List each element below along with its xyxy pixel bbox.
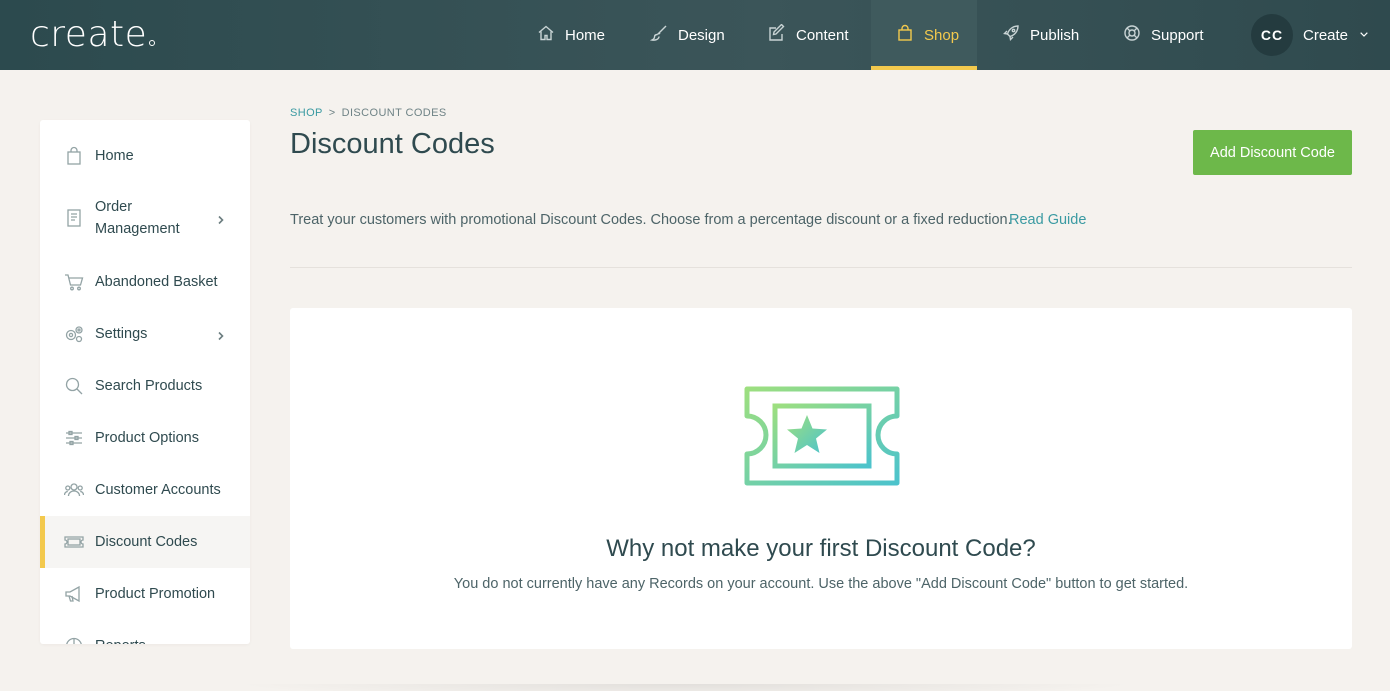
- nav-publish-label: Publish: [1030, 26, 1080, 44]
- sidebar-item-label: Product Promotion: [95, 586, 216, 602]
- account-menu[interactable]: CC Create: [1251, 0, 1370, 70]
- nav-home[interactable]: Home: [537, 0, 605, 70]
- nav-support-label: Support: [1151, 26, 1204, 44]
- empty-state-title: Why not make your first Discount Code?: [606, 535, 1036, 562]
- sidebar-item-home[interactable]: Home: [40, 130, 250, 182]
- breadcrumb: SHOP > DISCOUNT CODES: [290, 107, 447, 119]
- logo-dot: [149, 40, 156, 46]
- sidebar-item-label: Order Management: [95, 199, 180, 237]
- sidebar-item-label: Home: [95, 148, 134, 164]
- shopping-bag-icon: [64, 146, 84, 166]
- sidebar-item-product-promotion[interactable]: Product Promotion: [40, 568, 250, 620]
- shop-sidebar: Home Order Management Abandoned Basket S…: [40, 120, 250, 644]
- chevron-right-icon: [216, 213, 226, 225]
- page-intro-text: Treat your customers with promotional Di…: [290, 212, 1012, 228]
- sidebar-item-settings[interactable]: Settings: [40, 308, 250, 360]
- nav-support[interactable]: Support: [1123, 0, 1204, 70]
- nav-design[interactable]: Design: [649, 0, 725, 70]
- gears-icon: [64, 324, 84, 344]
- brush-icon: [649, 24, 668, 46]
- nav-shop-label: Shop: [924, 26, 960, 44]
- empty-state-message: You do not currently have any Records on…: [453, 576, 1189, 592]
- divider: [290, 267, 1352, 268]
- megaphone-icon: [64, 584, 84, 604]
- read-guide-link[interactable]: Read Guide: [1009, 212, 1086, 228]
- pie-chart-icon: [64, 636, 84, 644]
- sidebar-item-label: Abandoned Basket: [95, 274, 218, 290]
- sidebar-item-reports[interactable]: Reports: [40, 620, 250, 644]
- chevron-down-icon: [1358, 27, 1370, 44]
- sidebar-item-customer-accounts[interactable]: Customer Accounts: [40, 464, 250, 516]
- nav-design-label: Design: [678, 26, 725, 44]
- rocket-icon: [1002, 24, 1020, 46]
- receipt-icon: [64, 208, 84, 228]
- top-navigation-bar: create Home Design Content Shop Publish …: [0, 0, 1390, 70]
- sidebar-item-label: Discount Codes: [95, 534, 198, 550]
- discount-ticket-illustration-icon: [744, 386, 900, 486]
- footer-shadow: [230, 684, 1140, 691]
- nav-content[interactable]: Content: [768, 0, 849, 70]
- nav-publish[interactable]: Publish: [1002, 0, 1079, 70]
- users-icon: [63, 480, 85, 500]
- nav-home-label: Home: [565, 26, 606, 44]
- sidebar-item-label: Search Products: [95, 378, 203, 394]
- sidebar-item-label: Reports: [95, 635, 146, 644]
- nav-content-label: Content: [796, 26, 849, 44]
- sliders-icon: [64, 428, 84, 448]
- create-logo[interactable]: create: [30, 14, 156, 55]
- breadcrumb-current: DISCOUNT CODES: [341, 107, 447, 119]
- breadcrumb-shop-link[interactable]: SHOP: [290, 107, 323, 119]
- sidebar-item-search-products[interactable]: Search Products: [40, 360, 250, 412]
- home-icon: [537, 24, 555, 46]
- empty-state-card: Why not make your first Discount Code? Y…: [290, 308, 1352, 649]
- sidebar-item-abandoned-basket[interactable]: Abandoned Basket: [40, 256, 250, 308]
- chevron-right-icon: [216, 329, 226, 341]
- sidebar-item-order-management[interactable]: Order Management: [40, 182, 250, 254]
- add-discount-code-button[interactable]: Add Discount Code: [1193, 130, 1352, 175]
- shopping-bag-icon: [896, 24, 914, 46]
- breadcrumb-separator: >: [328, 107, 336, 119]
- page-title: Discount Codes: [290, 128, 495, 160]
- sidebar-item-discount-codes[interactable]: Discount Codes: [40, 516, 250, 568]
- search-icon: [64, 376, 84, 396]
- cart-icon: [64, 272, 84, 292]
- sidebar-item-label: Product Options: [95, 430, 199, 446]
- account-label: Create: [1303, 26, 1349, 44]
- ticket-icon: [64, 532, 84, 552]
- sidebar-item-label: Settings: [95, 326, 148, 342]
- avatar: CC: [1251, 14, 1293, 56]
- edit-icon: [768, 23, 786, 46]
- sidebar-item-product-options[interactable]: Product Options: [40, 412, 250, 464]
- nav-shop[interactable]: Shop: [871, 0, 977, 70]
- lifebuoy-icon: [1123, 24, 1141, 46]
- sidebar-item-label: Customer Accounts: [95, 482, 221, 498]
